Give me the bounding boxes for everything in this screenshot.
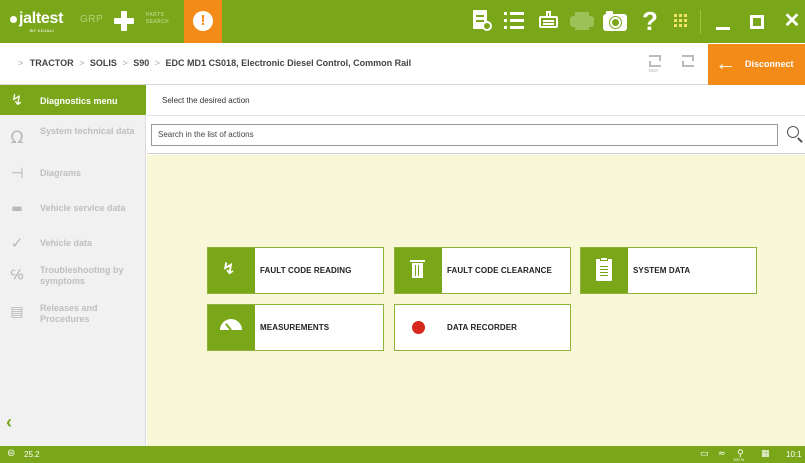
camera-icon[interactable] — [601, 8, 629, 34]
search-icon[interactable] — [785, 123, 805, 145]
breadcrumb-item[interactable]: S90 — [133, 58, 149, 68]
breadcrumb-bar: > TRACTOR > SOLIS > S90 > EDC MD1 CS018,… — [0, 43, 805, 85]
sidebar-item-vehicle-service-data[interactable]: ▬ Vehicle service data — [0, 193, 146, 223]
usb-icon: ⊜ — [7, 448, 16, 459]
search-row: Search in the list of actions — [147, 116, 805, 154]
breadcrumb-item[interactable]: TRACTOR — [30, 58, 74, 68]
tile-icon-box — [395, 305, 442, 350]
page-title: Select the desired action — [162, 96, 250, 105]
minimize-icon[interactable] — [712, 8, 740, 34]
logo-text: jaltest — [19, 10, 64, 27]
sidebar-item-label: Vehicle data — [40, 238, 93, 248]
fault-code-clearance-button[interactable]: FAULT CODE CLEARANCE — [394, 247, 571, 294]
top-bar: jaltest BY COJALI GRP PARTS SEARCH ! ? ✕ — [0, 0, 805, 43]
list-icon[interactable] — [501, 8, 529, 34]
sidebar-item-system-technical-data[interactable]: Ω System technical data — [0, 123, 146, 153]
voltage-readout: 25.2 — [24, 450, 40, 459]
tile-icon-box — [208, 305, 255, 350]
sidebar-item-releases-procedures[interactable]: ▤ Releases and Procedures — [0, 297, 146, 327]
logo-dot-icon — [10, 16, 17, 23]
jaltest-logo[interactable]: jaltest BY COJALI — [10, 8, 70, 34]
sidebar-item-troubleshooting[interactable]: ℅ Troubleshooting by symptoms — [0, 261, 146, 291]
sidebar: ↯ Diagnostics menu Ω System technical da… — [0, 85, 146, 446]
fault-code-reading-button[interactable]: ↯ FAULT CODE READING — [207, 247, 384, 294]
sidebar-item-label: Troubleshooting by symptoms — [40, 265, 124, 286]
breadcrumb: > TRACTOR > SOLIS > S90 > EDC MD1 CS018,… — [18, 58, 412, 68]
printer-icon[interactable] — [568, 8, 596, 34]
actions-workspace: ↯ FAULT CODE READING FAULT CODE CLEARANC… — [147, 155, 805, 446]
help-icon[interactable]: ? — [636, 8, 664, 34]
sidebar-item-diagrams[interactable]: ⊣ Diagrams — [0, 158, 146, 188]
breadcrumb-item[interactable]: SOLIS — [90, 58, 117, 68]
calendar-icon: ▦ — [761, 449, 770, 459]
sidebar-item-label: Diagnostics menu — [40, 96, 118, 106]
system-data-button[interactable]: SYSTEM DATA — [580, 247, 757, 294]
main-header: Select the desired action — [147, 86, 805, 116]
status-bar: ⊜ 25.2 ▭ ≈ ⚲ 100 % ▦ 10:1 — [0, 446, 805, 463]
report-icon[interactable] — [468, 8, 496, 34]
tile-label: SYSTEM DATA — [633, 266, 691, 275]
back-arrow-icon: ← — [715, 52, 736, 75]
wifi-icon: ≈ — [718, 449, 726, 459]
collapse-sidebar-icon[interactable]: ‹ — [6, 412, 12, 433]
toolbar-divider — [700, 10, 701, 34]
troubleshooting-icon: ℅ — [10, 268, 24, 283]
omega-icon: Ω — [10, 128, 24, 148]
grp-button[interactable]: GRP — [80, 14, 103, 25]
tile-icon-box: ↯ — [208, 248, 255, 293]
keyboard-icon[interactable] — [534, 8, 562, 34]
maximize-icon[interactable] — [746, 8, 774, 34]
sidebar-item-label: Releases and Procedures — [40, 303, 98, 324]
zoom-level: 100 % — [733, 457, 745, 462]
procedures-icon: ▤ — [10, 304, 24, 320]
data-recorder-button[interactable]: DATA RECORDER — [394, 304, 571, 351]
stethoscope-icon: ↯ — [222, 259, 236, 278]
battery-icon: ▭ — [700, 449, 709, 459]
connection-cable-icon[interactable] — [679, 53, 699, 73]
sidebar-item-label: System technical data — [40, 126, 135, 136]
close-icon[interactable]: ✕ — [778, 8, 805, 34]
oil-can-icon: ▬ — [11, 201, 23, 215]
sidebar-item-label: Vehicle service data — [40, 203, 126, 213]
tile-label: MEASUREMENTS — [260, 323, 330, 332]
tile-label: FAULT CODE READING — [260, 266, 352, 275]
disconnect-label: Disconnect — [745, 59, 794, 69]
record-icon — [412, 321, 425, 334]
diagram-icon: ⊣ — [10, 164, 24, 182]
tile-icon-box — [395, 248, 442, 293]
search-input[interactable]: Search in the list of actions — [151, 124, 778, 146]
apps-grid-icon[interactable] — [674, 14, 690, 30]
tile-label: FAULT CODE CLEARANCE — [447, 266, 552, 275]
tile-icon-box — [581, 248, 628, 293]
test-cable-icon[interactable]: TEST — [646, 53, 666, 73]
measurements-button[interactable]: MEASUREMENTS — [207, 304, 384, 351]
alert-icon: ! — [193, 11, 213, 31]
sidebar-item-diagnostics-menu[interactable]: ↯ Diagnostics menu — [0, 85, 146, 115]
parts-search-button[interactable]: PARTS SEARCH — [146, 12, 180, 26]
breadcrumb-item[interactable]: EDC MD1 CS018, Electronic Diesel Control… — [166, 58, 412, 68]
stethoscope-icon: ↯ — [10, 91, 24, 109]
gauge-icon — [220, 319, 242, 330]
logo-subtext: BY COJALI — [30, 28, 54, 33]
alert-button[interactable]: ! — [184, 0, 222, 43]
tile-label: DATA RECORDER — [447, 323, 518, 332]
sidebar-item-label: Diagrams — [40, 168, 82, 178]
clock: 10:1 — [786, 450, 802, 459]
sidebar-item-vehicle-data[interactable]: ✓ Vehicle data — [0, 228, 146, 258]
plus-icon[interactable] — [112, 9, 136, 33]
wrench-icon: ✓ — [10, 234, 24, 252]
disconnect-button[interactable]: ← Disconnect — [708, 44, 805, 85]
